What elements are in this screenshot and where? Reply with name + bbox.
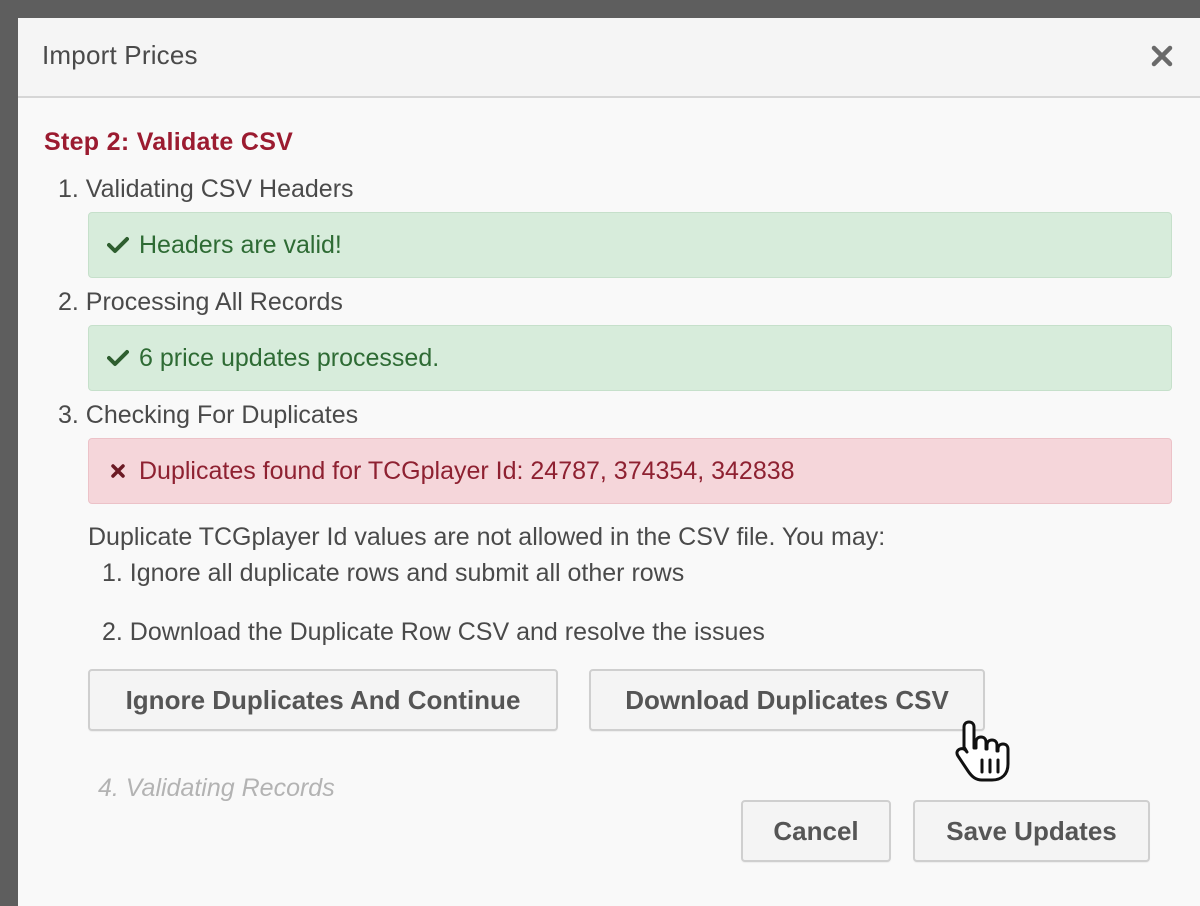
download-duplicates-button[interactable]: Download Duplicates CSV — [589, 669, 985, 731]
check-label-processing: 2. Processing All Records — [58, 288, 343, 316]
dialog-title: Import Prices — [42, 40, 198, 70]
ignore-duplicates-button[interactable]: Ignore Duplicates And Continue — [88, 669, 558, 731]
close-icon[interactable] — [1146, 40, 1178, 72]
save-updates-button[interactable]: Save Updates — [913, 800, 1150, 862]
alert-duplicates-found: Duplicates found for TCGplayer Id: 24787… — [88, 438, 1172, 504]
screenshot-frame: Import Prices Step 2: Validate CSV 1. Va… — [0, 0, 1200, 906]
step-title: Step 2: Validate CSV — [44, 128, 294, 156]
duplicates-info-text: Duplicate TCGplayer Id values are not al… — [88, 523, 886, 551]
alert-headers-valid: Headers are valid! — [88, 212, 1172, 278]
alert-message: Duplicates found for TCGplayer Id: 24787… — [139, 456, 795, 485]
cancel-button[interactable]: Cancel — [741, 800, 891, 862]
alert-records-processed: 6 price updates processed. — [88, 325, 1172, 391]
check-label-duplicates: 3. Checking For Duplicates — [58, 401, 359, 429]
import-prices-dialog: Import Prices Step 2: Validate CSV 1. Va… — [18, 18, 1200, 906]
duplicate-option-download: 2. Download the Duplicate Row CSV and re… — [102, 618, 765, 646]
dialog-header: Import Prices — [18, 18, 1200, 98]
pending-step-validating-records: 4. Validating Records — [98, 774, 335, 802]
alert-message: Headers are valid! — [139, 230, 342, 259]
alert-message: 6 price updates processed. — [139, 343, 440, 372]
duplicate-option-ignore: 1. Ignore all duplicate rows and submit … — [102, 559, 685, 587]
check-label-headers: 1. Validating CSV Headers — [58, 175, 354, 203]
hand-pointer-cursor-icon — [952, 718, 1012, 784]
check-icon — [105, 349, 131, 367]
x-icon — [105, 463, 131, 479]
check-icon — [105, 236, 131, 254]
